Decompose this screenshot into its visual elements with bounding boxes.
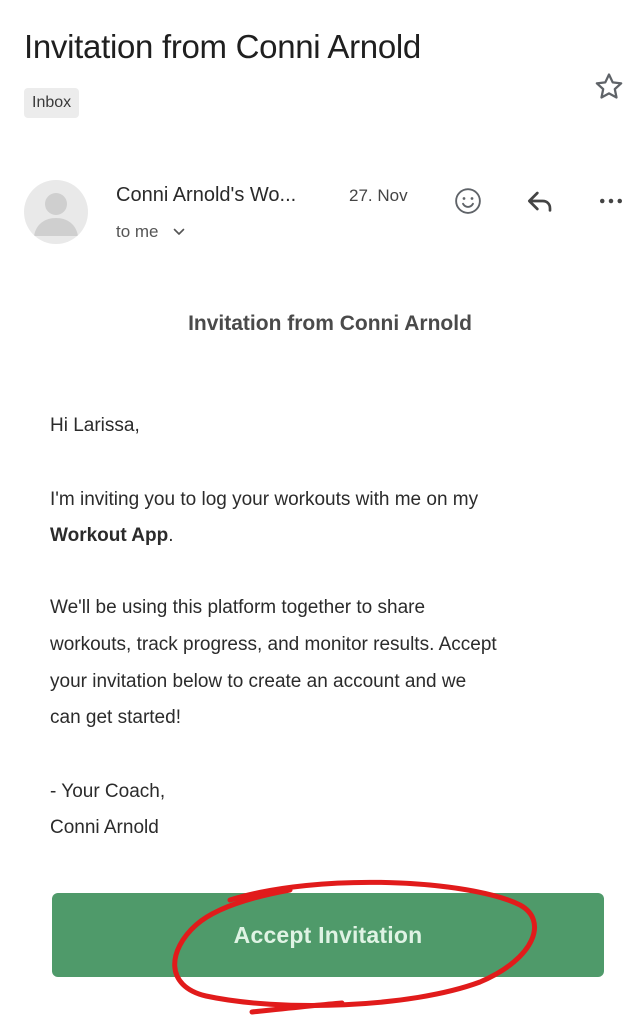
paragraph-2-line-4: can get started! xyxy=(50,707,181,728)
inbox-label-text: Inbox xyxy=(32,94,72,111)
inbox-label-chip[interactable]: Inbox xyxy=(24,88,80,118)
reply-icon xyxy=(528,191,552,212)
paragraph-1-line-1: I'm inviting you to log your workouts wi… xyxy=(50,489,479,510)
email-subject: Invitation from Conni Arnold xyxy=(24,28,421,65)
more-options-button[interactable] xyxy=(592,182,630,220)
recipient-toggle[interactable]: to me xyxy=(116,222,185,242)
paragraph-2-line-1: We'll be using this platform together to… xyxy=(50,597,426,618)
paragraph-1-line-2: Workout App. xyxy=(50,518,173,554)
signoff-line-1: - Your Coach, xyxy=(50,781,166,802)
smiley-icon xyxy=(455,188,481,214)
emoji-reaction-button[interactable] xyxy=(449,182,487,220)
star-outline-icon xyxy=(595,73,623,99)
reply-button[interactable] xyxy=(521,182,559,220)
star-icon[interactable] xyxy=(592,70,626,104)
paragraph-1-period: . xyxy=(168,525,174,546)
paragraph-2-line-2: workouts, track progress, and monitor re… xyxy=(50,634,497,655)
chevron-down-icon xyxy=(173,228,184,235)
greeting: Hi Larissa, xyxy=(50,415,140,436)
accept-invitation-label: Accept Invitation xyxy=(233,921,423,948)
more-options-icon xyxy=(600,198,622,204)
accept-invitation-button[interactable]: Accept Invitation xyxy=(52,893,604,977)
signoff-line-2: Conni Arnold xyxy=(50,817,159,838)
app-name: Workout App xyxy=(50,525,169,546)
message-date: 27. Nov xyxy=(349,186,408,205)
person-silhouette-icon xyxy=(34,193,78,236)
recipient-text: to me xyxy=(116,222,159,241)
paragraph-2-line-3: your invitation below to create an accou… xyxy=(50,671,467,692)
avatar[interactable] xyxy=(24,180,88,244)
sender-name[interactable]: Conni Arnold's Wo... xyxy=(116,184,296,207)
email-heading: Invitation from Conni Arnold xyxy=(188,312,472,335)
